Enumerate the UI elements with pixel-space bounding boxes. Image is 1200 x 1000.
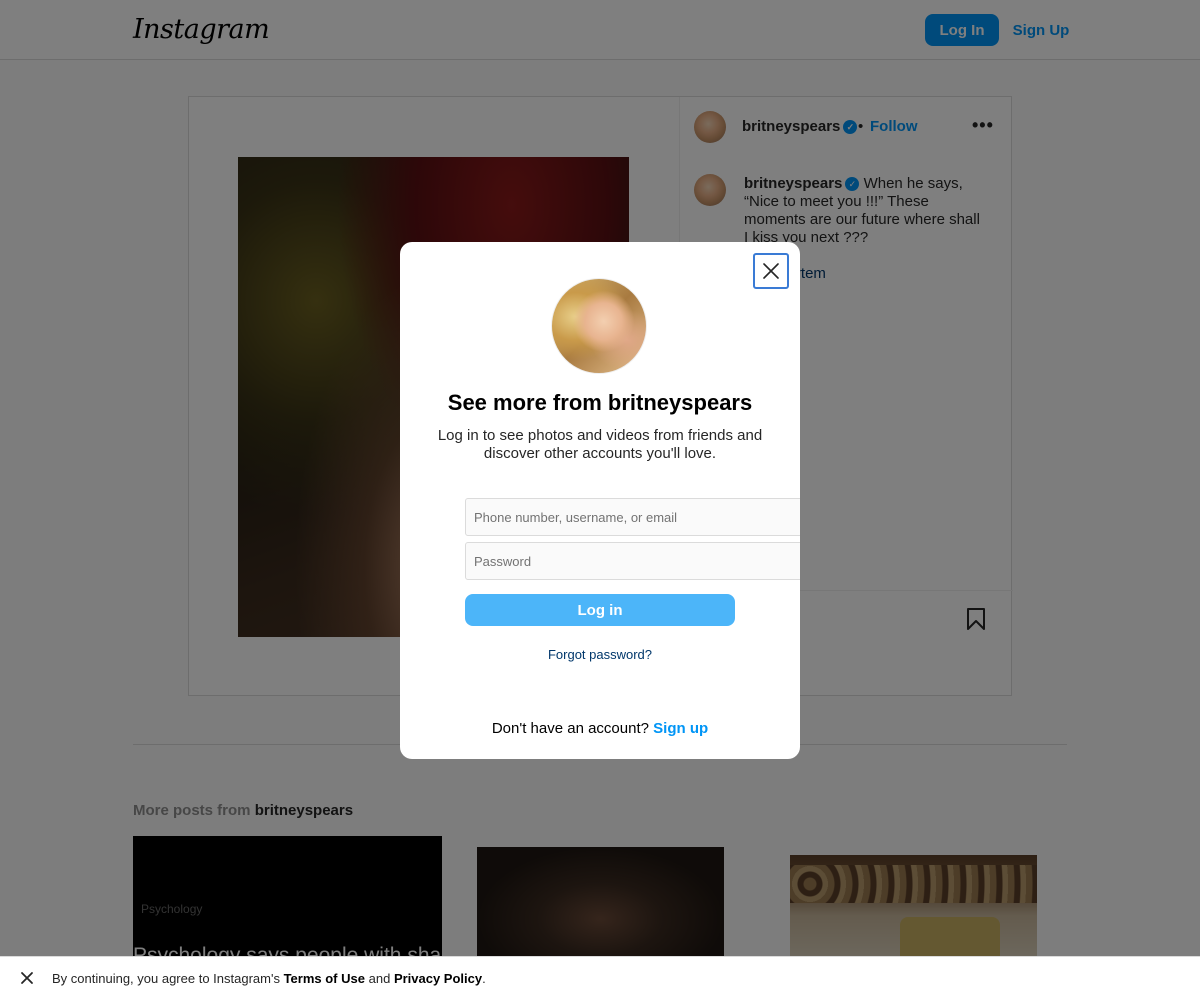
signup-prompt: Don't have an account? Sign up [400,720,800,737]
login-modal: See more from britneyspears Log in to se… [400,242,800,759]
forgot-password-link[interactable]: Forgot password? [400,647,800,662]
privacy-policy-link[interactable]: Privacy Policy [394,971,482,986]
close-icon[interactable] [18,969,36,987]
login-button[interactable]: Log in [465,594,735,626]
profile-avatar [551,278,647,374]
modal-subtitle: Log in to see photos and videos from fri… [437,427,763,462]
consent-suffix: . [482,971,486,986]
no-account-text: Don't have an account? [491,720,649,737]
consent-prefix: By continuing, you agree to Instagram's [52,971,280,986]
password-input[interactable] [465,542,800,580]
modal-title: See more from britneyspears [447,390,753,415]
signup-link[interactable]: Sign up [653,720,708,737]
consent-bar: By continuing, you agree to Instagram's … [0,956,1200,1000]
close-icon [763,263,779,279]
consent-and: and [368,971,391,986]
close-button[interactable] [753,253,789,289]
consent-text: By continuing, you agree to Instagram's … [52,971,486,986]
username-input[interactable] [465,498,800,536]
terms-of-use-link[interactable]: Terms of Use [284,971,365,986]
